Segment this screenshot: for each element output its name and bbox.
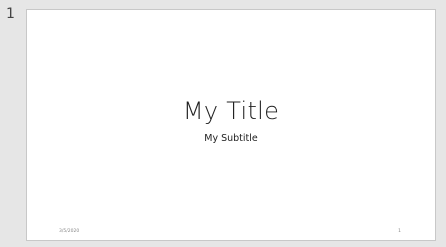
slide-footer-number: 1 xyxy=(398,229,401,234)
slide-number-label: 1 xyxy=(6,6,15,22)
slide-title: My Title xyxy=(182,97,280,125)
slide-thumbnail[interactable]: My Title My Subtitle 3/5/2020 1 xyxy=(26,9,436,241)
slide-date: 3/5/2020 xyxy=(59,229,80,234)
slide-subtitle: My Subtitle xyxy=(204,133,258,144)
